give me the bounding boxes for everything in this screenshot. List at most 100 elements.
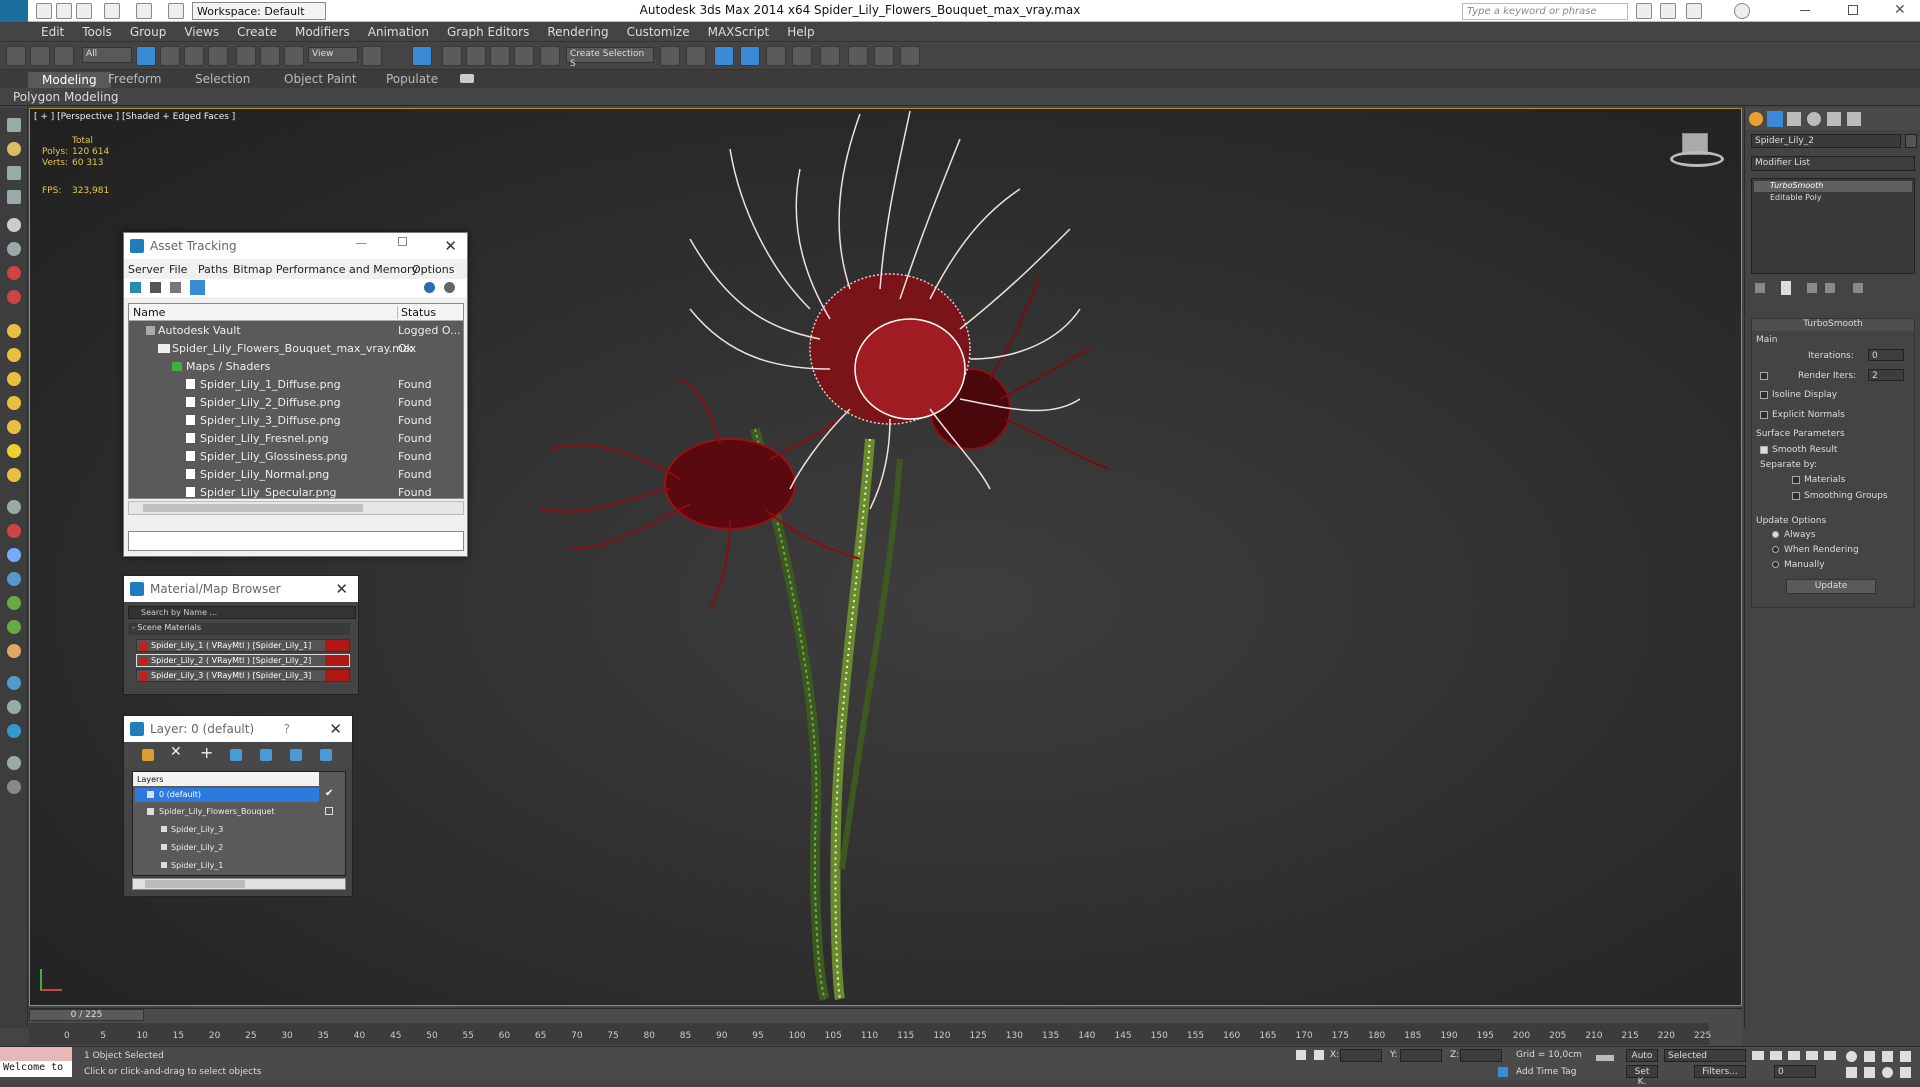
walk-icon[interactable] bbox=[7, 644, 21, 658]
at-menu-bitmap[interactable]: Bitmap Performance and Memory bbox=[233, 263, 418, 276]
tab-modeling[interactable]: Modeling bbox=[28, 72, 111, 88]
menu-item-views[interactable]: Views bbox=[175, 22, 228, 42]
redo-icon[interactable] bbox=[136, 3, 152, 19]
go-to-end-icon[interactable] bbox=[1824, 1051, 1836, 1060]
undo-icon[interactable] bbox=[104, 3, 120, 19]
key-icon[interactable] bbox=[1596, 1055, 1614, 1061]
help-icon[interactable] bbox=[1734, 3, 1750, 19]
configure-sets-icon[interactable] bbox=[1853, 283, 1863, 293]
geosphere-icon[interactable] bbox=[7, 468, 21, 482]
next-frame-icon[interactable] bbox=[1806, 1051, 1818, 1060]
y-coord-field[interactable] bbox=[1400, 1049, 1442, 1062]
material-search-input[interactable]: Search by Name ... bbox=[128, 606, 356, 619]
stack-icon[interactable] bbox=[7, 756, 21, 770]
rotate-icon[interactable] bbox=[260, 46, 280, 66]
zoom-icon[interactable] bbox=[1846, 1051, 1857, 1062]
sun-icon[interactable] bbox=[7, 444, 21, 458]
add-to-layer-icon[interactable]: + bbox=[200, 743, 213, 762]
menu-item-rendering[interactable]: Rendering bbox=[538, 22, 617, 42]
layer-help-button[interactable]: ? bbox=[284, 722, 290, 736]
menu-item-customize[interactable]: Customize bbox=[618, 22, 699, 42]
go-to-start-icon[interactable] bbox=[1752, 1051, 1764, 1060]
workspace-dropdown[interactable]: Workspace: Default bbox=[192, 2, 326, 20]
curve-editor-icon[interactable] bbox=[766, 46, 786, 66]
absolute-mode-icon[interactable] bbox=[1314, 1050, 1324, 1060]
asset-row[interactable]: Spider_Lily_3_Diffuse.png Found bbox=[132, 412, 462, 430]
modifier-list-dropdown[interactable]: Modifier List bbox=[1751, 156, 1915, 171]
asset-row[interactable]: Spider_Lily_Normal.png Found bbox=[132, 466, 462, 484]
menu-item-maxscript[interactable]: MAXScript bbox=[699, 22, 779, 42]
time-tag-icon[interactable] bbox=[1498, 1067, 1508, 1077]
render-iters-spinner[interactable]: 2 bbox=[1868, 369, 1904, 381]
asset-row[interactable]: Spider_Lily_1_Diffuse.png Found bbox=[132, 376, 462, 394]
add-time-tag-label[interactable]: Add Time Tag bbox=[1516, 1067, 1576, 1077]
create-layer-icon[interactable] bbox=[142, 749, 154, 761]
select-by-name-icon[interactable] bbox=[160, 46, 180, 66]
link-icon[interactable] bbox=[6, 46, 26, 66]
layer-h-scrollbar[interactable] bbox=[132, 878, 346, 890]
current-frame-field[interactable]: 0 bbox=[1774, 1065, 1816, 1078]
asset-tracking-maximize-icon[interactable] bbox=[398, 237, 407, 246]
fov-icon[interactable] bbox=[1846, 1067, 1857, 1078]
menu-item-tools[interactable]: Tools bbox=[73, 22, 121, 42]
object-color-swatch[interactable] bbox=[1905, 134, 1917, 148]
select-layer-icon[interactable] bbox=[230, 749, 242, 761]
layer-item-selected[interactable]: 0 (default) bbox=[135, 788, 319, 802]
manually-radio[interactable] bbox=[1772, 561, 1779, 568]
explicit-normals-checkbox[interactable] bbox=[1760, 411, 1768, 419]
snap-toggle-icon[interactable] bbox=[442, 46, 462, 66]
material-editor-icon[interactable] bbox=[820, 46, 840, 66]
set-key-button[interactable]: Set K. bbox=[1626, 1065, 1658, 1087]
mirror-icon[interactable] bbox=[660, 46, 680, 66]
select-object-icon[interactable] bbox=[136, 46, 156, 66]
helper-icon[interactable] bbox=[7, 242, 21, 256]
cone-icon[interactable] bbox=[7, 348, 21, 362]
active-layer-check-icon[interactable]: ✔ bbox=[325, 788, 333, 799]
window-crossing-icon[interactable] bbox=[208, 46, 228, 66]
particles-icon[interactable] bbox=[7, 500, 21, 514]
menu-item-help[interactable]: Help bbox=[778, 22, 823, 42]
layer-item[interactable]: Spider_Lily_1 bbox=[135, 859, 319, 873]
selection-filter-dropdown[interactable]: All bbox=[82, 47, 132, 63]
maxscript-pink-field[interactable] bbox=[0, 1047, 72, 1061]
systems-icon[interactable] bbox=[7, 290, 21, 304]
show-end-result-icon[interactable] bbox=[1781, 281, 1791, 295]
utilities-tab-icon[interactable] bbox=[1847, 112, 1861, 126]
sphere-icon[interactable] bbox=[7, 324, 21, 338]
named-selection-dropdown[interactable]: Create Selection S bbox=[566, 47, 654, 69]
move-icon[interactable] bbox=[236, 46, 256, 66]
at-menu-paths[interactable]: Paths bbox=[198, 263, 228, 276]
grid-icon[interactable] bbox=[7, 190, 21, 204]
material-item[interactable]: Spider_Lily_3 ( VRayMtl ) [Spider_Lily_3… bbox=[136, 669, 350, 682]
update-button[interactable]: Update bbox=[1786, 579, 1876, 594]
prev-frame-icon[interactable] bbox=[1770, 1051, 1782, 1060]
rect-selection-icon[interactable] bbox=[184, 46, 204, 66]
asset-row[interactable]: Spider_Lily_Specular.png Found bbox=[132, 484, 462, 498]
layer-item[interactable]: Spider_Lily_Flowers_Bouquet bbox=[135, 805, 319, 819]
pan-icon[interactable] bbox=[1864, 1067, 1875, 1078]
auto-key-button[interactable]: Auto bbox=[1626, 1049, 1658, 1062]
delete-layer-icon[interactable]: ✕ bbox=[170, 744, 182, 760]
material-browser-close-icon[interactable]: ✕ bbox=[335, 580, 348, 598]
material-item[interactable]: Spider_Lily_1 ( VRayMtl ) [Spider_Lily_1… bbox=[136, 639, 350, 652]
app-logo-icon[interactable] bbox=[0, 0, 28, 22]
x-coord-field[interactable] bbox=[1340, 1049, 1382, 1062]
project-folder-icon[interactable] bbox=[168, 3, 184, 19]
person-icon[interactable] bbox=[7, 218, 21, 232]
camera-icon[interactable] bbox=[7, 118, 21, 132]
space-warp-icon[interactable] bbox=[7, 266, 21, 280]
asset-row[interactable]: Spider_Lily_2_Diffuse.png Found bbox=[132, 394, 462, 412]
maximize-icon[interactable] bbox=[1848, 5, 1858, 15]
asset-tracking-minimize-icon[interactable]: — bbox=[355, 236, 367, 250]
script-icon[interactable] bbox=[7, 724, 21, 738]
light-icon[interactable] bbox=[7, 142, 21, 156]
layer-visibility-box[interactable] bbox=[325, 807, 333, 815]
box-icon[interactable] bbox=[7, 166, 21, 180]
layer-manager-close-icon[interactable]: ✕ bbox=[329, 720, 342, 738]
stack-item-turbosmooth[interactable]: TurboSmooth bbox=[1754, 181, 1912, 192]
material-browser-titlebar[interactable]: Material/Map Browser ✕ bbox=[124, 576, 358, 602]
rendered-frame-icon[interactable] bbox=[874, 46, 894, 66]
torus-icon[interactable] bbox=[7, 372, 21, 386]
when-rendering-radio[interactable] bbox=[1772, 546, 1779, 553]
isoline-checkbox[interactable] bbox=[1760, 391, 1768, 399]
